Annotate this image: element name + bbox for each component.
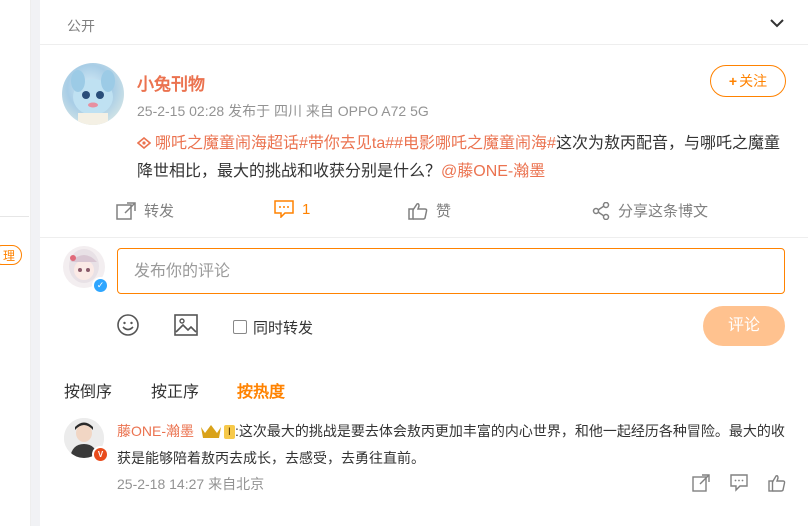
plus-icon: + bbox=[728, 73, 738, 89]
image-icon[interactable] bbox=[174, 314, 198, 336]
follow-label: 关注 bbox=[739, 73, 768, 89]
comment-input-box[interactable] bbox=[117, 248, 785, 295]
comment-meta: 25-2-18 14:27 来自北京 bbox=[117, 476, 265, 492]
level-badge: I bbox=[223, 425, 235, 439]
repost-icon bbox=[116, 202, 136, 220]
repost-checkbox[interactable]: 同时转发 bbox=[233, 317, 313, 338]
mention-link[interactable]: @藤ONE-瀚墨 bbox=[441, 163, 545, 180]
post-actions: 转发 1 赞 分享这条博文 bbox=[40, 196, 808, 226]
post-card: 公开 小兔刊物 25-2-15 02:28 发布于 四川 来自 OPPO A72… bbox=[40, 0, 808, 526]
author-name[interactable]: 小兔刊物 bbox=[137, 70, 205, 95]
comment-reply-icon[interactable] bbox=[730, 474, 748, 492]
author-avatar[interactable] bbox=[62, 63, 124, 125]
sidebar-divider bbox=[0, 216, 29, 217]
comment-icon bbox=[274, 200, 294, 219]
checkbox-icon[interactable] bbox=[233, 320, 247, 334]
sort-hot-tab[interactable]: 按热度 bbox=[237, 378, 285, 402]
super-topic-icon bbox=[137, 137, 151, 149]
like-button[interactable]: 赞 bbox=[408, 200, 451, 221]
verified-icon: ✓ bbox=[92, 277, 109, 294]
post-meta: 25-2-15 02:28 发布于 四川 来自 OPPO A72 5G bbox=[137, 103, 429, 119]
thumbs-up-icon bbox=[408, 203, 428, 220]
sort-asc-tab[interactable]: 按正序 bbox=[151, 378, 199, 402]
comment-input[interactable] bbox=[132, 249, 756, 295]
repost-label: 转发 bbox=[144, 203, 175, 220]
comment-text: 藤ONE-瀚墨 I:这次最大的挑战是要去体会敖丙更加丰富的内心世界，和他一起经历… bbox=[117, 418, 792, 472]
post-text: 哪吒之魔童闹海超话#带你去见ta##电影哪吒之魔童闹海#这次为敖丙配音，与哪吒之… bbox=[137, 130, 787, 186]
chevron-down-icon[interactable] bbox=[768, 16, 786, 30]
sort-desc-tab[interactable]: 按倒序 bbox=[64, 378, 112, 402]
verified-red-icon: V bbox=[92, 446, 109, 463]
visibility-label: 公开 bbox=[67, 18, 95, 34]
commenter-name[interactable]: 藤ONE-瀚墨 bbox=[117, 423, 194, 439]
share-button[interactable]: 分享这条博文 bbox=[592, 200, 708, 221]
section-divider bbox=[40, 237, 808, 238]
comment-count: 1 bbox=[302, 201, 311, 218]
repost-checkbox-label: 同时转发 bbox=[253, 320, 314, 337]
post-topbar: 公开 bbox=[40, 0, 808, 45]
share-icon bbox=[592, 201, 610, 221]
repost-button[interactable]: 转发 bbox=[116, 200, 174, 221]
comment-button[interactable]: 1 bbox=[274, 200, 311, 219]
comment-like-icon[interactable] bbox=[768, 474, 786, 492]
crown-icon bbox=[200, 425, 221, 438]
submit-comment-button[interactable]: 评论 bbox=[703, 306, 785, 346]
topic-links[interactable]: 哪吒之魔童闹海超话#带你去见ta##电影哪吒之魔童闹海# bbox=[155, 135, 556, 152]
sidebar-badge[interactable]: 理 bbox=[0, 245, 22, 265]
share-label: 分享这条博文 bbox=[618, 203, 709, 220]
comment-repost-icon[interactable] bbox=[692, 474, 710, 492]
like-label: 赞 bbox=[436, 203, 452, 220]
follow-button[interactable]: + 关注 bbox=[710, 65, 786, 97]
emoji-icon[interactable] bbox=[116, 313, 140, 337]
